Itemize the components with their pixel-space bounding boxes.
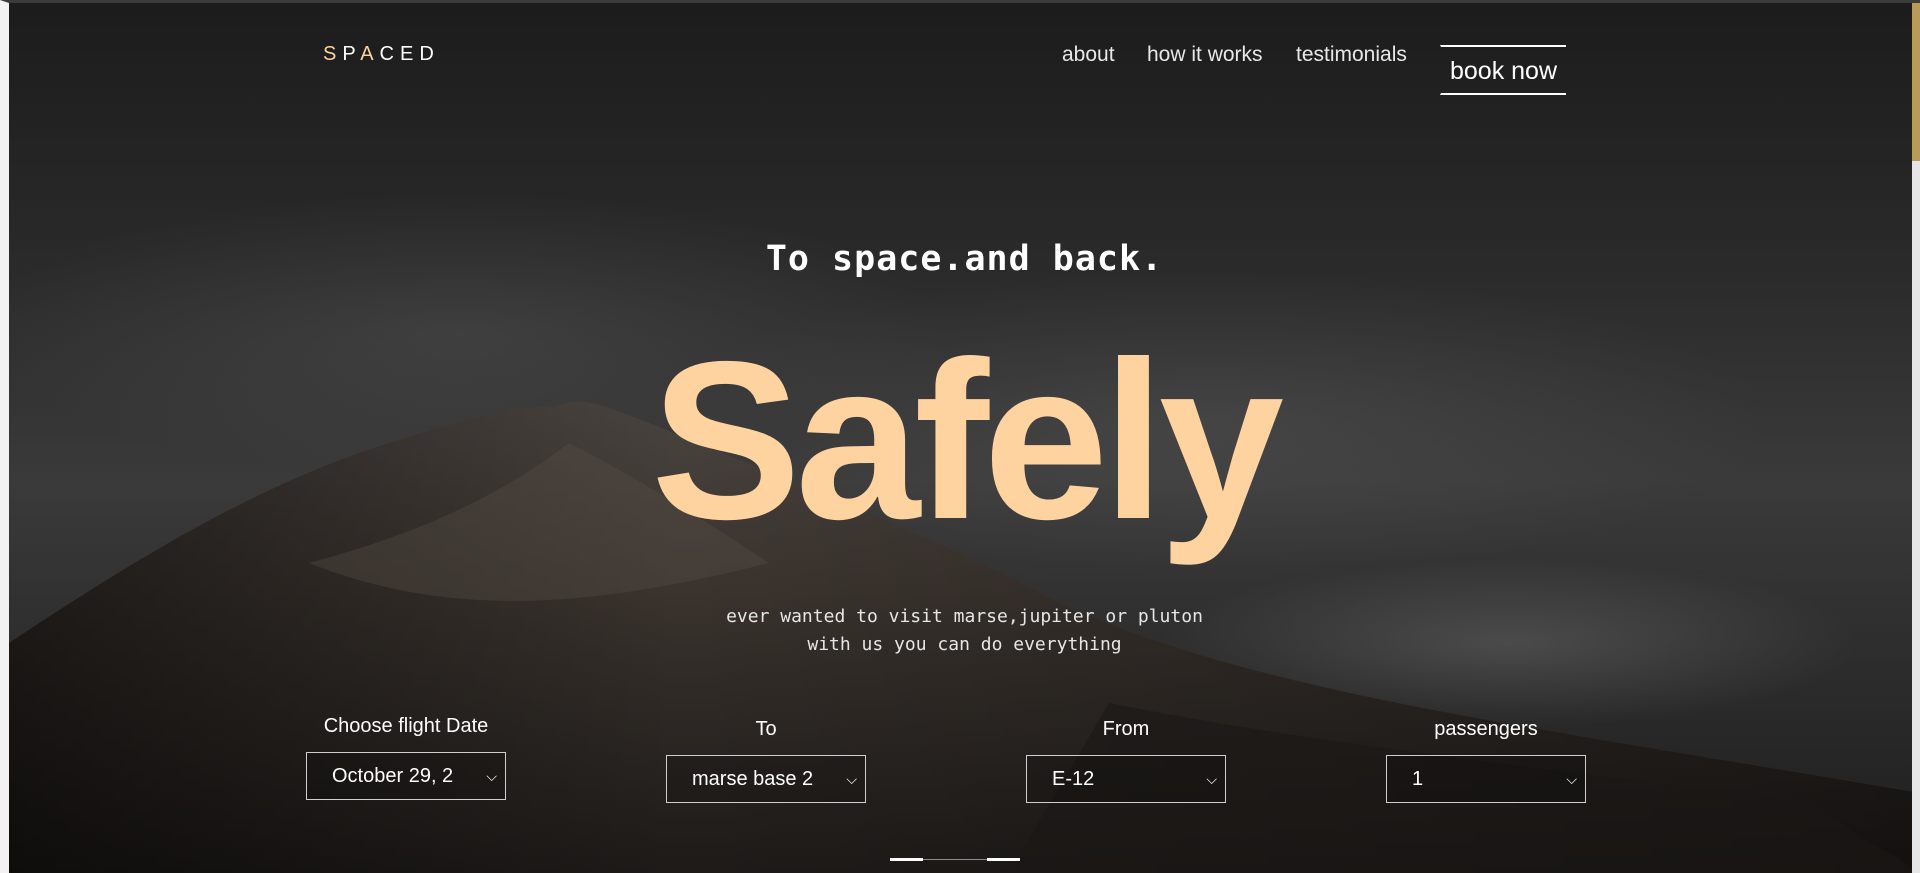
chevron-down-icon: ⌵ [1566,771,1577,787]
book-now-button[interactable]: book now [1440,45,1566,95]
slider-dot-active[interactable] [890,858,923,861]
hero-slider-indicator [890,858,1020,861]
top-nav: SPACED about how it works testimonials b… [9,23,1920,95]
flight-date-select[interactable]: October 29, 2 ⌵ [306,752,506,800]
logo-letter: S [323,43,343,65]
chevron-down-icon: ⌵ [1206,771,1217,787]
passengers-field: passengers 1 ⌵ [1386,718,1586,803]
chevron-down-icon: ⌵ [486,768,497,784]
logo-letter: P [342,43,361,65]
book-now-label: book now [1449,57,1558,85]
passengers-label: passengers [1434,718,1538,740]
destination-value: marse base 2 [692,768,814,790]
flight-date-value: October 29, 2 [332,765,454,787]
description-line: ever wanted to visit marse,jupiter or pl… [726,606,1203,627]
nav-link-how-it-works[interactable]: how it works [1147,43,1263,67]
passengers-value: 1 [1412,768,1424,790]
logo-letter: E [400,43,420,65]
slider-dot[interactable] [987,858,1020,861]
logo-letter: C [379,43,400,65]
origin-value: E-12 [1052,768,1095,790]
destination-label: To [755,718,777,740]
chevron-down-icon: ⌵ [846,771,857,787]
logo-letter: D [419,43,440,65]
description-line: with us you can do everything [807,634,1122,655]
hero-tagline: To space.and back. [765,239,1164,279]
logo-letter: A [360,43,380,65]
flight-date-field: Choose flight Date October 29, 2 ⌵ [306,715,506,800]
destination-field: To marse base 2 ⌵ [666,718,866,803]
nav-link-about[interactable]: about [1062,43,1115,67]
origin-label: From [1102,718,1150,740]
brand-logo[interactable]: SPACED [323,43,440,66]
destination-select[interactable]: marse base 2 ⌵ [666,755,866,803]
hero-description: ever wanted to visit marse,jupiter or pl… [9,603,1920,659]
flight-date-label: Choose flight Date [323,715,489,737]
page: SPACED about how it works testimonials b… [0,0,1920,873]
origin-field: From E-12 ⌵ [1026,718,1226,803]
hero-headline: Safely [651,314,1284,566]
passengers-select[interactable]: 1 ⌵ [1386,755,1586,803]
origin-select[interactable]: E-12 ⌵ [1026,755,1226,803]
nav-link-testimonials[interactable]: testimonials [1296,43,1407,67]
